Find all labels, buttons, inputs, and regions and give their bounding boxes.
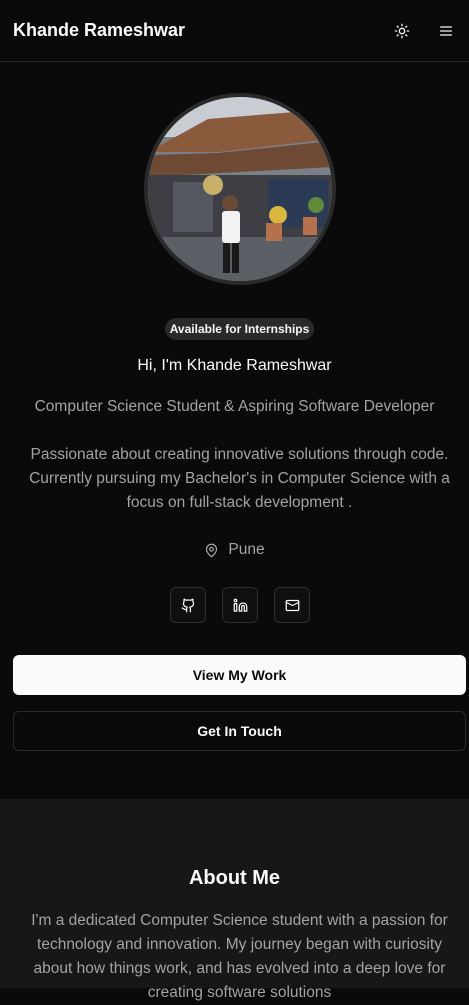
about-section: About Me I'm a dedicated Computer Scienc… xyxy=(0,799,469,1001)
location-label: Pune xyxy=(228,541,265,558)
linkedin-link[interactable] xyxy=(222,587,258,623)
linkedin-icon xyxy=(233,598,247,612)
profile-photo xyxy=(144,93,336,285)
social-links xyxy=(170,587,310,623)
mail-icon xyxy=(285,599,299,611)
github-link[interactable] xyxy=(170,587,206,623)
menu-icon xyxy=(440,25,452,36)
get-in-touch-button[interactable]: Get In Touch xyxy=(13,711,466,751)
about-heading: About Me xyxy=(188,867,281,889)
hero-subtitle: Computer Science Student & Aspiring Soft… xyxy=(34,398,435,415)
sun-icon xyxy=(394,23,410,38)
theme-toggle-button[interactable] xyxy=(392,21,412,41)
header-actions xyxy=(392,21,456,41)
hero-section: Available for Internships Hi, I'm Khande… xyxy=(0,62,469,799)
profile-photo-illustration xyxy=(148,97,332,281)
about-text: I'm a dedicated Computer Science student… xyxy=(31,912,448,1001)
menu-button[interactable] xyxy=(436,21,456,41)
greeting-heading: Hi, I'm Khande Rameshwar xyxy=(137,357,332,374)
view-work-button[interactable]: View My Work xyxy=(13,655,466,695)
brand-name[interactable]: Khande Rameshwar xyxy=(13,20,185,41)
site-header: Khande Rameshwar xyxy=(0,0,469,62)
map-pin-icon xyxy=(206,543,218,557)
email-link[interactable] xyxy=(274,587,310,623)
hero-bio: Passionate about creating innovative sol… xyxy=(29,446,450,511)
github-icon xyxy=(181,598,194,612)
location: Pune xyxy=(0,541,469,559)
status-badge: Available for Internships xyxy=(165,318,314,340)
